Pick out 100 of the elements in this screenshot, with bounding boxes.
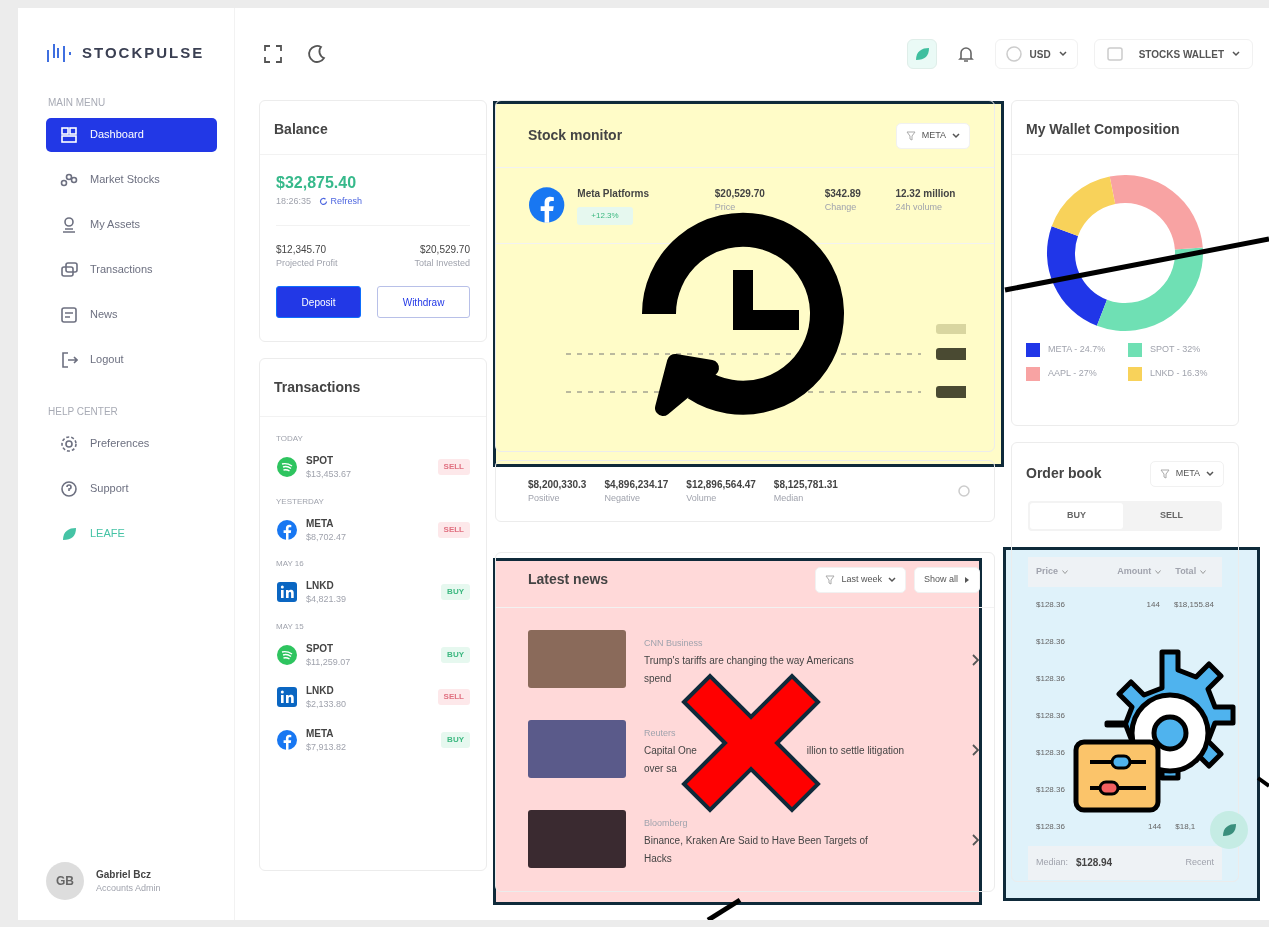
sidebar-item[interactable]: Logout xyxy=(46,342,217,377)
period-filter-dropdown[interactable]: Last week xyxy=(815,567,906,593)
leaf-icon xyxy=(913,46,930,62)
table-cell-text: $128.36 xyxy=(1036,673,1066,685)
sidebar-item[interactable]: News xyxy=(46,297,217,332)
card-title: Order book xyxy=(1026,464,1102,484)
stat-value: $8,200,330.3 xyxy=(528,477,587,492)
price-change: $342.89 xyxy=(824,186,862,201)
table-cell-text: $18,1 xyxy=(1174,821,1197,833)
deposit-button[interactable]: Deposit xyxy=(276,286,362,318)
date-heading: TODAY xyxy=(276,433,304,445)
expand-icon xyxy=(263,44,283,64)
card-title: My Wallet Composition xyxy=(1026,120,1180,139)
table-cell-text: $18,155.84 xyxy=(1172,599,1214,611)
trade-volume-label: 24h volume xyxy=(895,200,943,214)
headline-text: spend xyxy=(644,671,672,686)
side-tag: SELL xyxy=(437,521,470,538)
wallet-icon xyxy=(1106,46,1123,62)
order-side-tab[interactable]: BUY xyxy=(1030,502,1123,529)
caret-icon xyxy=(952,132,960,139)
sidebar-item[interactable]: Dashboard xyxy=(46,117,217,152)
balance-amount: $32,875.40 xyxy=(276,173,358,193)
funnel-icon xyxy=(1159,468,1170,479)
headline-text: illion to settle litigation xyxy=(806,743,905,758)
sound-waves-logo-icon xyxy=(276,456,298,479)
caret-icon xyxy=(1200,569,1207,574)
headline-text: Capital One xyxy=(644,743,697,758)
transaction-amount: $11,259.07 xyxy=(306,655,352,669)
stat-label: Positive xyxy=(528,491,561,505)
funnel-icon xyxy=(905,130,916,141)
trade-volume: 12.32 million xyxy=(895,186,957,201)
table-cell-text: 144 xyxy=(1146,821,1162,833)
headline-text: Binance, Kraken Are Said to Have Been Targets of xyxy=(644,833,868,848)
leader-line xyxy=(1256,776,1269,788)
side-tag: BUY xyxy=(441,731,470,748)
legend-swatch xyxy=(1128,367,1142,381)
sidebar-item[interactable]: My Assets xyxy=(46,207,217,242)
sidebar-item[interactable]: Market Stocks xyxy=(46,162,217,197)
stat-value: $4,896,234.17 xyxy=(604,477,669,492)
news-source: CNN Business xyxy=(644,636,704,650)
moon-icon xyxy=(307,44,327,64)
legend-label: AAPL - 27% xyxy=(1048,367,1097,381)
avatar: GB xyxy=(46,862,84,900)
caret-icon xyxy=(1062,569,1069,574)
footer-note: Recent xyxy=(1185,855,1214,869)
chevron-icon[interactable] xyxy=(972,653,980,666)
sound-waves-logo-icon xyxy=(276,643,298,666)
person-icon xyxy=(60,215,78,234)
headline-text: over sa xyxy=(644,761,677,776)
wallet-dropdown[interactable]: STOCKS WALLET xyxy=(1093,39,1253,69)
pulse-logo-icon xyxy=(46,42,74,65)
chevron-icon[interactable] xyxy=(972,833,980,846)
card-title: Latest news xyxy=(528,570,609,590)
stock-filter-dropdown[interactable]: META xyxy=(895,123,970,149)
refresh-icon xyxy=(319,197,329,207)
cards-icon xyxy=(60,260,78,279)
side-tag: SELL xyxy=(437,689,470,706)
caret-icon xyxy=(1155,569,1162,574)
section-heading: HELP CENTER xyxy=(48,404,119,419)
leader-line xyxy=(706,897,742,920)
refresh-link[interactable]: Refresh xyxy=(319,195,363,209)
sidebar-item[interactable]: Transactions xyxy=(46,252,217,287)
show-all-button[interactable]: Show all xyxy=(913,567,980,593)
figure-label: Total Invested xyxy=(414,256,470,270)
table-cell-text: 144 xyxy=(1145,599,1160,611)
stat-value: $8,125,781.31 xyxy=(773,477,838,492)
chevron-icon[interactable] xyxy=(972,743,980,756)
transaction-amount: $8,702.47 xyxy=(306,530,348,544)
currency-dropdown[interactable]: USD xyxy=(994,39,1078,69)
caret-icon xyxy=(1232,51,1240,57)
caret-icon xyxy=(1206,470,1214,477)
letter-in-logo-icon xyxy=(276,686,298,709)
side-tag: BUY xyxy=(441,646,470,663)
bell-icon xyxy=(956,45,975,63)
table-cell-text: $128.36 xyxy=(1036,636,1066,648)
funnel-icon xyxy=(825,574,836,585)
date-heading: YESTERDAY xyxy=(276,495,325,508)
user-name: Gabriel Bcz xyxy=(96,867,153,882)
sidebar-item[interactable]: Preferences xyxy=(46,426,217,461)
symbol-filter-dropdown[interactable]: META xyxy=(1149,461,1224,487)
ticker-symbol: META xyxy=(306,726,335,741)
price-change-label: Change xyxy=(824,200,858,214)
withdraw-button[interactable]: Withdraw xyxy=(377,286,470,318)
headline-text: Hacks xyxy=(644,851,672,866)
legend-label: LNKD - 16.3% xyxy=(1150,367,1208,381)
help-icon xyxy=(60,479,78,498)
stat-label: Negative xyxy=(604,491,641,505)
logo-text: STOCKPULSE xyxy=(82,43,205,63)
stock-price-label: Price xyxy=(714,200,737,214)
figure-label: Projected Profit xyxy=(276,256,338,270)
legend-swatch xyxy=(1026,343,1040,357)
news-source: Reuters xyxy=(644,726,677,740)
order-side-tab[interactable]: SELL xyxy=(1123,502,1220,529)
timestamp: 18:26:35 xyxy=(276,195,312,208)
transaction-amount: $13,453.67 xyxy=(306,468,353,481)
median-price: $128.94 xyxy=(1076,856,1113,870)
document-icon xyxy=(60,305,78,324)
stat-label: Volume xyxy=(686,491,718,505)
legend-label: META - 24.7% xyxy=(1048,343,1106,357)
sidebar-item[interactable]: Support xyxy=(46,471,217,506)
